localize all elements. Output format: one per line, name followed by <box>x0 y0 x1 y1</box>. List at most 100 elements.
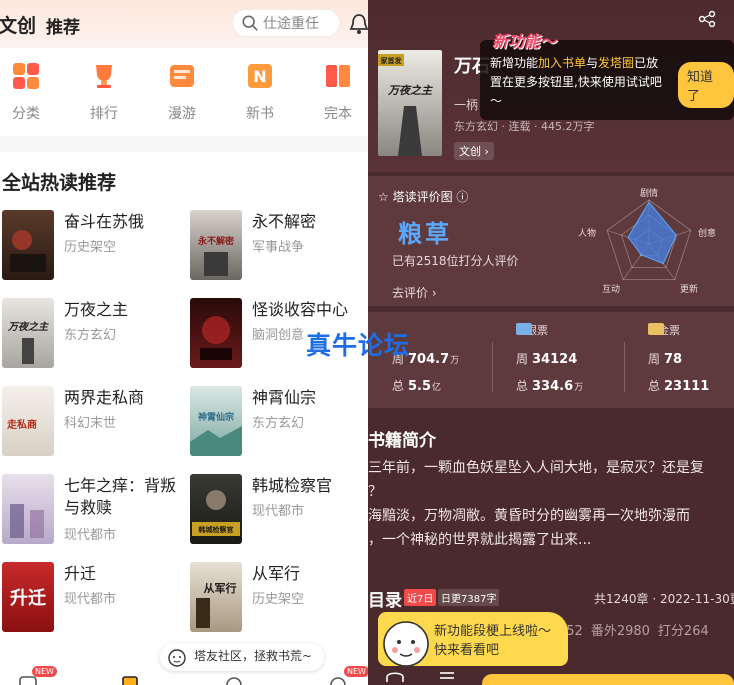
ticket-total: 总 334.6万 <box>516 379 584 394</box>
rating-grade: 粮草 <box>398 220 452 248</box>
book-title: 永不解密 <box>252 212 317 231</box>
promo-text: 新功能段梗上线啦～ 快来看看吧 <box>434 624 552 658</box>
got-it-button[interactable]: 知道了 <box>678 62 734 108</box>
grid-category-icon <box>13 63 39 89</box>
community-banner[interactable]: 塔友社区，拯救书荒~ <box>160 643 325 671</box>
rating-label: ☆ 塔读评价图 ⓘ <box>378 190 469 204</box>
book-cover <box>2 210 54 280</box>
feature-tip-popup: 新增功能加入书单与发塔圈已放置在更多按钮里,快来使用试试吧～ 知道了 <box>480 40 734 120</box>
book-item[interactable]: 七年之痒：背叛与救赎 现代都市 <box>2 474 180 548</box>
gold-ticket-icon <box>648 323 664 335</box>
share-icon[interactable] <box>698 10 716 28</box>
book-item[interactable]: 韩城检察官 韩城检察官 现代都市 <box>190 474 368 548</box>
svg-text:N: N <box>253 67 266 86</box>
headphones-icon[interactable] <box>384 668 406 685</box>
book-title: 两界走私商 <box>64 388 145 407</box>
cover-title: 神霄仙宗 <box>198 411 234 423</box>
radar-label: 创意 <box>698 229 717 239</box>
book-cover <box>2 474 54 544</box>
radar-label: 人物 <box>578 229 597 239</box>
divider <box>624 342 625 392</box>
gold-ticket-column[interactable]: 金票 周 78 总 23111 <box>634 322 734 394</box>
rating-count: 已有2518位打分人评价 <box>392 254 519 268</box>
tip-text: 新增功能加入书单与发塔圈已放置在更多按钮里,快来使用试试吧～ <box>490 56 662 108</box>
community-mascot-icon <box>168 649 186 667</box>
search-input[interactable]: 仕途重任 <box>232 9 340 37</box>
category-new-books[interactable]: N 新书 <box>230 62 290 123</box>
book-genre: 东方玄幻 <box>252 416 305 431</box>
book-item[interactable]: 神霄仙宗 神霄仙宗 东方玄幻 <box>190 386 368 460</box>
tip-title: 新功能～ <box>492 32 557 51</box>
wander-icon <box>170 65 194 87</box>
tickets-panel: 周 704.7万 总 5.5亿 银票 周 34124 总 334.6万 金票 周 78 总… <box>368 312 734 408</box>
book-cover: 家首发 万夜之主 <box>378 50 442 156</box>
cover-badge: 家首发 <box>381 56 403 65</box>
synopsis-text[interactable]: 三年前，一颗血色妖星坠入人间大地，是寂灭？还是复 ？ 海黯淡，万物凋敝。黄昏时分… <box>368 456 734 552</box>
radar-label: 更新 <box>680 285 699 295</box>
radar-label: 剧情 <box>640 189 659 199</box>
radar-label: 互动 <box>602 285 621 295</box>
book-genre: 历史架空 <box>64 240 117 255</box>
cover-title: 升迁 <box>10 588 46 609</box>
book-author[interactable]: 一柄 <box>454 96 478 113</box>
book-detail-screen: 家首发 万夜之主 万石 一柄 东方玄幻 · 连载 · 445.2万字 文创 › … <box>368 0 734 685</box>
new-feature-promo[interactable]: 新功能段梗上线啦～ 快来看看吧 <box>378 612 568 667</box>
daily-update-badge: 日更7387字 <box>438 589 500 606</box>
ticket-name: 银票 <box>526 324 548 337</box>
book-cover: 从军行 <box>190 562 242 632</box>
category-wander[interactable]: 漫游 <box>152 62 212 123</box>
synopsis-title: 书籍简介 <box>368 431 436 451</box>
book-genre: 现代都市 <box>64 528 117 543</box>
community-text: 塔友社区，拯救书荒~ <box>194 649 313 663</box>
radar-value-area <box>627 201 677 265</box>
ticket-total: 总 23111 <box>648 379 710 394</box>
book-title: 从军行 <box>252 564 301 583</box>
section-title: 全站热读推荐 <box>2 172 117 194</box>
catalog-icon[interactable] <box>436 668 458 685</box>
book-title: 奋斗在苏俄 <box>64 212 145 231</box>
book-tag[interactable]: 文创 › <box>454 142 494 160</box>
ticket-name <box>402 322 496 340</box>
cover-title: 走私商 <box>6 418 37 431</box>
catalog-info[interactable]: 共1240章 · 2022-11-30更新 <box>594 590 734 607</box>
category-label: 完本 <box>324 106 352 122</box>
cover-title: 万夜之主 <box>7 321 49 333</box>
catalog-title[interactable]: 目录 <box>368 586 402 611</box>
book-item[interactable]: 万夜之主 万夜之主 东方玄幻 <box>2 298 180 372</box>
forum-watermark: 真牛论坛 <box>306 331 411 360</box>
complete-book-icon <box>326 65 350 87</box>
category-label: 漫游 <box>168 106 196 122</box>
book-cover: 万夜之主 <box>2 298 54 368</box>
category-ranking[interactable]: 排行 <box>74 62 134 123</box>
category-complete[interactable]: 完本 <box>308 62 368 123</box>
category-classify[interactable]: 分类 <box>0 62 56 123</box>
book-title: 神霄仙宗 <box>252 388 317 407</box>
book-item[interactable]: 升迁 升迁 现代都市 <box>2 562 180 636</box>
book-item[interactable]: 从军行 从军行 历史架空 <box>190 562 368 636</box>
book-cover: 永不解密 <box>190 210 242 280</box>
book-cover: 神霄仙宗 <box>190 386 242 456</box>
read-now-button[interactable] <box>482 674 734 685</box>
book-cover: 韩城检察官 <box>190 474 242 544</box>
book-genre: 军事战争 <box>252 240 305 255</box>
category-label: 排行 <box>90 106 118 122</box>
book-genre: 东方玄幻 <box>64 328 117 343</box>
silver-ticket-column[interactable]: 银票 周 34124 总 334.6万 <box>502 322 620 394</box>
discover-nav-icon[interactable] <box>224 674 244 685</box>
book-cover: 走私商 <box>2 386 54 456</box>
ticket-name: 金票 <box>658 324 680 337</box>
tab-recommend[interactable]: 推荐 <box>46 13 80 38</box>
tab-wenchuang[interactable]: 文创 <box>0 11 36 38</box>
go-rate-link[interactable]: 去评价 › <box>392 284 437 301</box>
bookstore-nav-icon[interactable] <box>120 674 140 685</box>
book-item[interactable]: 奋斗在苏俄 历史架空 <box>2 210 180 284</box>
book-genre: 现代都市 <box>252 504 305 519</box>
cover-title: 从军行 <box>204 581 237 595</box>
bell-icon[interactable] <box>348 13 368 35</box>
chapter-stats: 252 番外2980 打分264 <box>558 624 709 639</box>
book-title: 怪谈收容中心 <box>252 300 349 319</box>
book-item[interactable]: 走私商 两界走私商 科幻末世 <box>2 386 180 460</box>
search-placeholder: 仕途重任 <box>263 16 319 32</box>
category-label: 新书 <box>246 106 274 122</box>
book-item[interactable]: 永不解密 永不解密 军事战争 <box>190 210 368 284</box>
